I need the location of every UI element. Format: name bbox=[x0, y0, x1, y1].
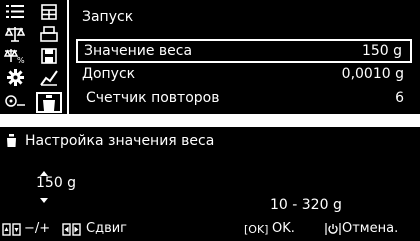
save-icon[interactable] bbox=[36, 47, 62, 64]
editor-screen: Настройка значения веса 150 g 10 - 320 g… bbox=[0, 127, 420, 241]
menu-row-label: Значение веса bbox=[84, 43, 193, 59]
decrement-arrow-icon[interactable] bbox=[40, 198, 48, 203]
weight-value-field[interactable]: 150 g bbox=[36, 175, 76, 191]
menu-screen: % Запуск Значение веса 150 g Допуск 0,00… bbox=[0, 0, 420, 114]
menu-row-repeat-counter[interactable]: Счетчик повторов 6 bbox=[76, 87, 412, 109]
calculator-icon[interactable] bbox=[36, 3, 62, 20]
icon-rail: % bbox=[2, 3, 65, 113]
softkey-bar: −/+ Сдвиг [OK] OK. Отмена. bbox=[0, 221, 420, 241]
rail-separator bbox=[67, 0, 69, 114]
menu-row-value: 150 g bbox=[361, 43, 402, 59]
value-range: 10 - 320 g bbox=[270, 197, 342, 213]
svg-text:%: % bbox=[17, 56, 25, 64]
gear-icon[interactable] bbox=[2, 69, 28, 86]
menu-title: Запуск bbox=[82, 9, 134, 25]
menu-row-label: Счетчик повторов bbox=[86, 90, 220, 106]
menu-row-weight-value[interactable]: Значение веса 150 g bbox=[76, 39, 412, 63]
weight-icon bbox=[6, 134, 17, 151]
cancel-key-icon bbox=[325, 222, 341, 240]
balance-percent-icon[interactable]: % bbox=[2, 47, 28, 64]
chart-icon[interactable] bbox=[36, 69, 62, 86]
cancel-hint: Отмена. bbox=[342, 221, 399, 236]
menu-row-value: 6 bbox=[395, 90, 404, 106]
shift-hint: Сдвиг bbox=[86, 221, 128, 236]
ok-hint: OK. bbox=[272, 221, 295, 236]
menu-row-label: Допуск bbox=[82, 66, 136, 82]
printer-icon[interactable] bbox=[36, 25, 62, 42]
weight-icon[interactable] bbox=[36, 94, 62, 111]
menu-row-value: 0,0010 g bbox=[341, 66, 404, 82]
editor-title: Настройка значения веса bbox=[6, 133, 214, 151]
settings-toggle-icon[interactable] bbox=[2, 92, 28, 109]
up-down-keys-icon bbox=[2, 223, 22, 240]
balance-icon[interactable] bbox=[2, 25, 28, 42]
ok-key-icon: [OK] bbox=[244, 223, 269, 236]
left-right-keys-icon bbox=[62, 223, 82, 240]
change-value-hint: −/+ bbox=[24, 221, 51, 236]
list-icon[interactable] bbox=[2, 3, 28, 20]
menu-row-tolerance[interactable]: Допуск 0,0010 g bbox=[76, 63, 412, 85]
